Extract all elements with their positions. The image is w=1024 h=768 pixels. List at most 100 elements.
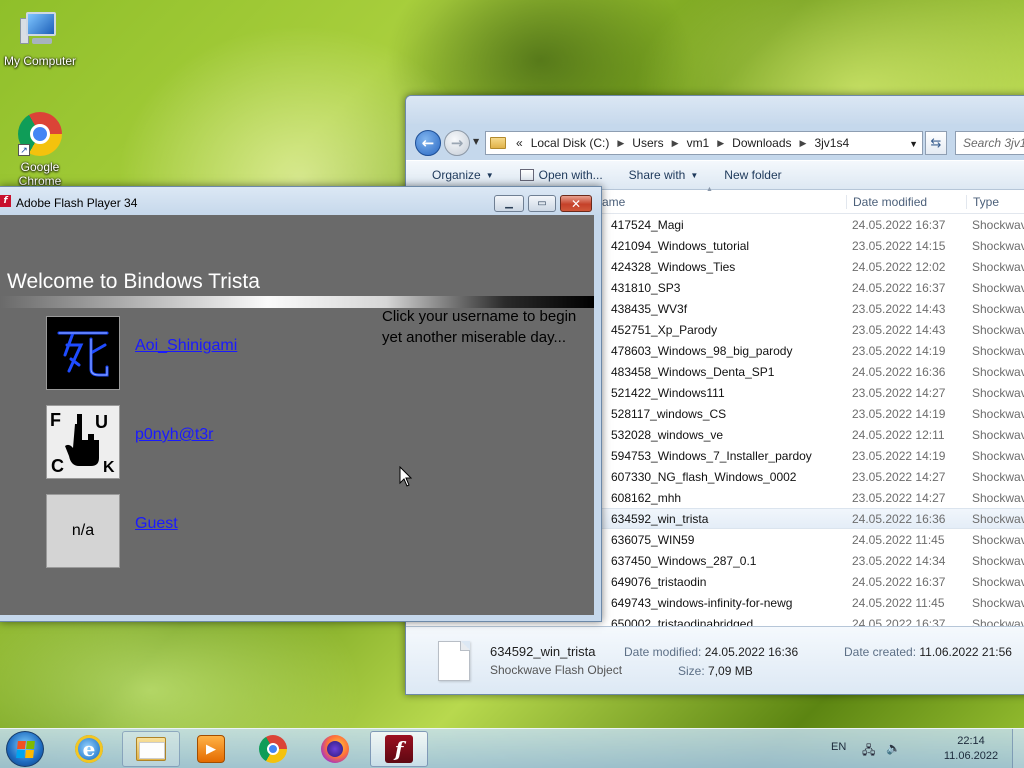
table-row[interactable]: 521422_Windows111 23.05.2022 14:27 Shockwa… — [596, 382, 1024, 403]
taskbar-google-chrome[interactable] — [244, 731, 302, 767]
address-bar[interactable]: « Local Disk (C:) ▶ Users ▶ vm1 ▶ Downlo… — [485, 131, 923, 155]
shortcut-arrow-icon: ↗ — [18, 144, 30, 156]
start-button[interactable] — [6, 731, 44, 767]
table-row[interactable]: 634592_win_trista 24.05.2022 16:36 Shockwa… — [596, 508, 1024, 529]
chevron-right-icon[interactable]: ▶ — [796, 138, 811, 149]
avatar[interactable] — [46, 316, 120, 390]
breadcrumb-item[interactable]: Users — [628, 136, 667, 150]
desktop-icon-my-computer[interactable]: My Computer — [0, 10, 80, 68]
minimize-button[interactable]: ▁ — [494, 195, 524, 212]
flash-titlebar[interactable]: f Adobe Flash Player 34 ▁ ▭ ✕ — [0, 187, 601, 215]
new-folder-button[interactable]: New folder — [711, 168, 794, 182]
column-header-date-modified[interactable]: Date modified — [846, 194, 966, 209]
language-indicator[interactable]: EN — [831, 741, 846, 753]
breadcrumb-item[interactable]: Downloads — [728, 136, 795, 150]
chevron-right-icon[interactable]: ▶ — [613, 138, 628, 149]
table-row[interactable]: 532028_windows_ve 24.05.2022 12:11 Shockwa… — [596, 424, 1024, 445]
file-type-cell: Shockwave Flash Object — [972, 532, 1024, 547]
file-type-cell: Shockwave Flash Object — [972, 280, 1024, 295]
table-row[interactable]: 438435_WV3f 23.05.2022 14:43 Shockwave Fla… — [596, 298, 1024, 319]
taskbar-internet-explorer[interactable]: e — [60, 731, 118, 767]
file-type-cell: Shockwave Flash Object — [972, 406, 1024, 421]
table-row[interactable]: 594753_Windows_7_Installer_pardoy 23.05.2… — [596, 445, 1024, 466]
details-value: 7,09 MB — [708, 664, 753, 678]
table-row[interactable]: 528117_windows_CS 23.05.2022 14:19 Shockwa… — [596, 403, 1024, 424]
table-row[interactable]: 452751_Xp_Parody 23.05.2022 14:43 Shockwav… — [596, 319, 1024, 340]
table-row[interactable]: 417524_Magi 24.05.2022 16:37 Shockwave Fla… — [596, 214, 1024, 235]
chevron-down-icon: ▼ — [690, 170, 699, 180]
file-type-cell: Shockwave Flash Object — [972, 490, 1024, 505]
close-button[interactable]: ✕ — [560, 195, 592, 212]
chevron-right-icon[interactable]: ▶ — [713, 138, 728, 149]
recent-pages-dropdown[interactable]: ▼ — [473, 137, 479, 146]
windows-explorer-icon — [136, 737, 166, 761]
file-date-cell: 24.05.2022 11:45 — [852, 595, 945, 610]
breadcrumb-overflow[interactable]: « — [512, 136, 527, 150]
file-name-cell: 417524_Magi — [611, 217, 684, 232]
user-link[interactable]: p0nyh@t3r — [135, 426, 214, 444]
file-date-cell: 23.05.2022 14:34 — [852, 553, 946, 568]
table-row[interactable]: 649076_tristaodin 24.05.2022 16:37 Shockwa… — [596, 571, 1024, 592]
file-date-cell: 24.05.2022 16:36 — [852, 511, 946, 526]
file-name-cell: 452751_Xp_Parody — [611, 322, 718, 337]
media-player-icon: ▶ — [197, 735, 225, 763]
taskbar-windows-explorer[interactable] — [122, 731, 180, 767]
flash-player-window[interactable]: f Adobe Flash Player 34 ▁ ▭ ✕ Welcome to… — [0, 186, 602, 622]
share-with-button[interactable]: Share with ▼ — [616, 168, 712, 182]
taskbar-media-player[interactable]: ▶ — [182, 731, 240, 767]
file-name-cell: 483458_Windows_Denta_SP1 — [611, 364, 775, 379]
table-row[interactable]: 637450_Windows_287_0.1 23.05.2022 14:34 Sh… — [596, 550, 1024, 571]
avatar[interactable]: F U C K — [46, 405, 120, 479]
file-name-cell: 634592_win_trista — [611, 511, 709, 526]
file-date-cell: 24.05.2022 16:37 — [852, 280, 946, 295]
file-date-cell: 23.05.2022 14:43 — [852, 301, 946, 316]
forward-button[interactable]: → — [444, 130, 470, 156]
organize-button[interactable]: Organize ▼ — [406, 168, 507, 182]
table-row[interactable]: 649743_windows-infinity-for-newg 24.05.20… — [596, 592, 1024, 613]
taskbar-firefox[interactable] — [306, 731, 364, 767]
login-prompt: Click your username to begin yet another… — [382, 308, 577, 346]
computer-icon — [18, 10, 62, 50]
explorer-titlebar[interactable] — [406, 96, 1024, 124]
breadcrumb-item[interactable]: vm1 — [683, 136, 714, 150]
table-row[interactable]: 431810_SP3 24.05.2022 16:37 Shockwave Flas… — [596, 277, 1024, 298]
breadcrumb-item[interactable]: 3jv1s4 — [810, 136, 853, 150]
file-name-cell: 421094_Windows_tutorial — [611, 238, 750, 253]
show-desktop-button[interactable] — [1012, 729, 1024, 768]
file-name-cell: 594753_Windows_7_Installer_pardoy — [611, 448, 812, 463]
file-list[interactable]: ▲ ame Date modified Type 417524_Magi 24.0… — [596, 186, 1024, 631]
table-row[interactable]: 608162_mhh 23.05.2022 14:27 Shockwave Flas… — [596, 487, 1024, 508]
user-link[interactable]: Aoi_Shinigami — [135, 337, 237, 355]
taskbar-flash-player[interactable]: f — [370, 731, 428, 767]
folder-icon — [490, 137, 506, 149]
table-row[interactable]: 636075_WIN59 24.05.2022 11:45 Shockwave Fl… — [596, 529, 1024, 550]
chevron-right-icon[interactable]: ▶ — [668, 138, 683, 149]
avatar[interactable]: n/a — [46, 494, 120, 568]
column-header-type[interactable]: Type — [966, 194, 1024, 209]
breadcrumb-item[interactable]: Local Disk (C:) — [527, 136, 614, 150]
desktop-icon-google-chrome[interactable]: ↗ Google Chrome — [0, 112, 80, 186]
search-input[interactable]: Search 3jv1s4 — [955, 131, 1024, 155]
details-file-type: Shockwave Flash Object — [490, 663, 623, 677]
system-clock[interactable]: 22:14 11.06.2022 — [936, 734, 1006, 764]
open-with-button[interactable]: Open with... — [507, 168, 616, 182]
table-row[interactable]: 478603_Windows_98_big_parody 23.05.2022 1… — [596, 340, 1024, 361]
back-button[interactable]: ← — [415, 130, 441, 156]
maximize-button[interactable]: ▭ — [528, 195, 556, 212]
user-link[interactable]: Guest — [135, 515, 178, 533]
column-header-name[interactable]: ▲ ame — [596, 186, 846, 209]
table-row[interactable]: 607330_NG_flash_Windows_0002 23.05.2022 1… — [596, 466, 1024, 487]
chevron-down-icon[interactable]: ▼ — [909, 139, 918, 149]
table-row[interactable]: 483458_Windows_Denta_SP1 24.05.2022 16:36… — [596, 361, 1024, 382]
table-row[interactable]: 424328_Windows_Ties 24.05.2022 12:02 Shock… — [596, 256, 1024, 277]
clock-time: 22:14 — [957, 735, 985, 747]
svg-text:K: K — [103, 459, 115, 476]
mouse-cursor-icon — [399, 466, 413, 487]
arrow-left-icon: ← — [421, 134, 435, 152]
maximize-icon: ▭ — [537, 198, 547, 209]
network-icon[interactable]: 🖧 — [862, 741, 878, 757]
table-row[interactable]: 421094_Windows_tutorial 23.05.2022 14:15 S… — [596, 235, 1024, 256]
flash-stage[interactable]: Welcome to Bindows Trista Click your use… — [0, 215, 594, 615]
volume-icon[interactable]: 🔈 — [886, 741, 902, 755]
refresh-button[interactable]: ⇆ — [925, 131, 947, 155]
